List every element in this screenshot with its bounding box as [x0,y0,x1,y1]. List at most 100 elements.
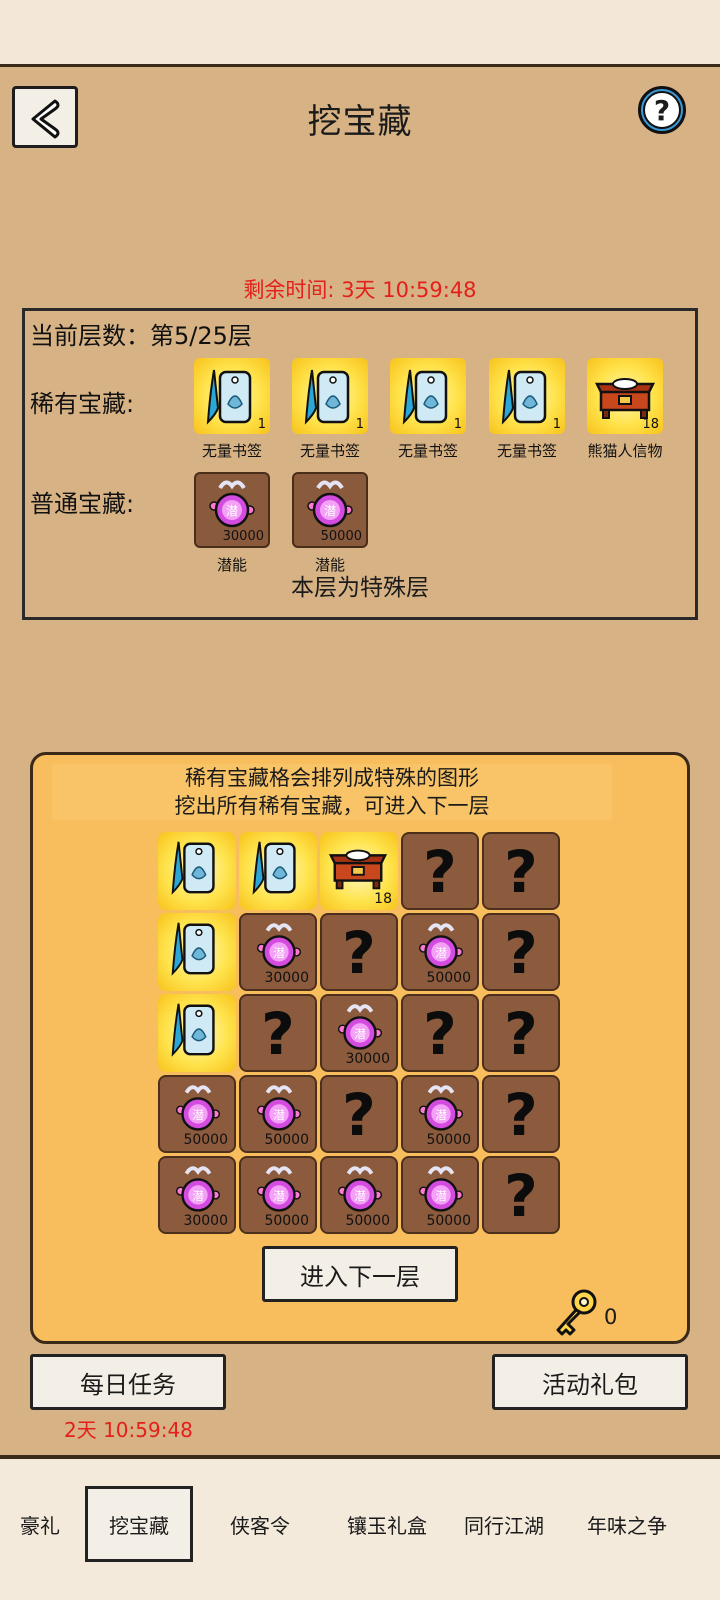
reward-name: 无量书签 [397,442,458,460]
question-icon: ? [261,1000,295,1068]
question-icon: ? [423,1000,457,1068]
bookmark-icon [246,836,308,902]
reward-name: 无量书签 [201,442,262,460]
cell-count: 30000 [264,970,309,986]
reward-tile: 1 [292,358,368,434]
dig-cell-hidden[interactable]: ? [482,994,560,1072]
tab-2[interactable]: 侠客令 [206,1486,314,1562]
bookmark-icon [165,998,227,1064]
gift-pack-button[interactable]: 活动礼包 [492,1354,688,1410]
svg-text:潜: 潜 [192,1108,204,1122]
reward-tile: 18 [587,358,663,434]
svg-text:潜: 潜 [324,504,336,518]
shovel-key-icon [556,1289,597,1336]
help-button[interactable]: ? [638,86,686,134]
dig-cell-hidden[interactable]: ? [239,994,317,1072]
reward-tile: 1 [194,358,270,434]
bookmark-icon [200,364,264,432]
question-icon: ? [504,1162,538,1230]
dig-cell-revealed [158,913,236,991]
question-icon: ? [423,838,457,906]
svg-text:潜: 潜 [435,1108,447,1122]
dig-cell-hidden[interactable]: ? [320,913,398,991]
dig-cell-revealed: 潜 50000 [239,1156,317,1234]
dig-cell-hidden[interactable]: ? [482,1075,560,1153]
daily-tasks-timer: 2天 10:59:48 [64,1418,193,1442]
tab-4[interactable]: 同行江湖 [446,1486,562,1562]
reward-count: 18 [642,417,659,432]
page-title: 挖宝藏 [307,102,413,142]
reward-tile: 潜 50000 [292,472,368,548]
bookmark-icon [298,364,362,432]
reward-count: 1 [552,417,561,432]
common-reward-item[interactable]: 潜 50000 潜能 [290,472,370,575]
dig-cell-hidden[interactable]: ? [401,994,479,1072]
rare-reward-item[interactable]: 1 无量书签 [487,358,567,461]
bookmark-icon [396,364,460,432]
dig-cell-hidden[interactable]: ? [320,1075,398,1153]
question-icon: ? [504,838,538,906]
tab-5[interactable]: 年味之争 [564,1486,690,1562]
dig-cell-revealed: 潜 30000 [158,1156,236,1234]
special-layer-note: 本层为特殊层 [291,575,429,601]
dig-cell-revealed: 潜 50000 [320,1156,398,1234]
rare-treasure-label: 稀有宝藏: [30,390,135,418]
next-layer-button[interactable]: 进入下一层 [262,1246,458,1302]
cell-count: 50000 [426,1213,471,1229]
board-hint-line: 挖出所有稀有宝藏，可进入下一层 [174,794,490,818]
reward-tile: 1 [489,358,565,434]
status-bar [0,0,720,64]
svg-text:潜: 潜 [192,1189,204,1203]
tab-label: 年味之争 [587,1513,667,1538]
reward-name: 熊猫人信物 [587,442,663,460]
common-reward-item[interactable]: 潜 30000 潜能 [192,472,272,575]
rare-reward-item[interactable]: 1 无量书签 [192,358,272,461]
key-count: 0 [604,1305,618,1329]
dig-cell-hidden[interactable]: ? [482,1156,560,1234]
reward-name: 无量书签 [496,442,557,460]
rare-reward-item[interactable]: 1 无量书签 [290,358,370,461]
current-layer: 当前层数：第5/25层 [30,322,252,350]
daily-tasks-button[interactable]: 每日任务 [30,1354,226,1410]
tab-0[interactable]: 豪礼 [0,1486,80,1562]
dig-cell-revealed: 潜 50000 [401,1075,479,1153]
dig-cell-revealed [158,994,236,1072]
cell-count: 30000 [345,1051,390,1067]
question-icon: ? [504,1000,538,1068]
svg-text:潜: 潜 [435,1189,447,1203]
tab-label: 同行江湖 [464,1513,544,1538]
question-icon: ? [504,919,538,987]
svg-text:潜: 潜 [273,1189,285,1203]
dig-cell-hidden[interactable]: ? [401,832,479,910]
board-hint: 稀有宝藏格会排列成特殊的图形 挖出所有稀有宝藏，可进入下一层 [52,764,612,820]
reward-count: 50000 [320,529,362,544]
reward-count: 30000 [222,529,264,544]
cell-count: 50000 [345,1213,390,1229]
question-icon: ? [643,91,681,129]
dig-cell-hidden[interactable]: ? [482,913,560,991]
question-icon: ? [342,1081,376,1149]
dig-cell-revealed [158,832,236,910]
svg-text:潜: 潜 [226,504,238,518]
cell-count: 50000 [264,1213,309,1229]
reward-count: 1 [355,417,364,432]
reward-name: 无量书签 [299,442,360,460]
question-icon: ? [342,919,376,987]
tab-1[interactable]: 挖宝藏 [85,1486,193,1562]
rare-reward-item[interactable]: 1 无量书签 [388,358,468,461]
svg-text:潜: 潜 [273,946,285,960]
dig-cell-revealed: 潜 30000 [239,913,317,991]
tab-3[interactable]: 镶玉礼盒 [326,1486,448,1562]
bookmark-icon [495,364,559,432]
dig-cell-revealed: 潜 50000 [239,1075,317,1153]
cell-count: 30000 [183,1213,228,1229]
tab-label: 侠客令 [230,1513,290,1538]
svg-text:潜: 潜 [435,946,447,960]
dig-cell-hidden[interactable]: ? [482,832,560,910]
dig-cell-revealed [239,832,317,910]
dig-cell-revealed: 潜 50000 [158,1075,236,1153]
tab-label: 豪礼 [20,1513,60,1538]
bookmark-icon [165,836,227,902]
rare-reward-item[interactable]: 18 熊猫人信物 [585,358,665,461]
reward-count: 1 [257,417,266,432]
